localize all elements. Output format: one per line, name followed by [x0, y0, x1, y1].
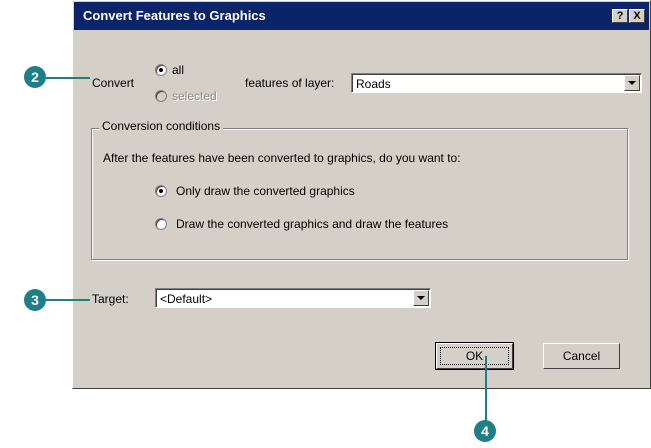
callout-step-2-leader — [46, 77, 90, 79]
conditions-question: After the features have been converted t… — [103, 151, 461, 165]
callout-step-2: 2 — [24, 66, 46, 88]
cancel-button[interactable]: Cancel — [543, 343, 620, 369]
dialog-title: Convert Features to Graphics — [83, 8, 266, 23]
layer-dropdown[interactable]: Roads — [351, 73, 642, 93]
chevron-down-icon[interactable] — [413, 290, 429, 306]
callout-step-3: 3 — [24, 289, 46, 311]
radio-graphics-and-features[interactable] — [155, 218, 167, 230]
layer-dropdown-value: Roads — [356, 77, 391, 91]
chevron-down-icon[interactable] — [624, 75, 640, 91]
focus-rectangle — [440, 347, 509, 365]
radio-only-graphics[interactable] — [155, 185, 167, 197]
callout-step-4: 4 — [474, 420, 496, 442]
target-label: Target: — [92, 292, 129, 306]
conversion-conditions-title: Conversion conditions — [99, 119, 224, 133]
conversion-conditions-group — [91, 128, 628, 260]
radio-convert-all[interactable] — [155, 64, 167, 76]
layer-label: features of layer: — [245, 76, 335, 90]
radio-graphics-and-features-label[interactable]: Draw the converted graphics and draw the… — [176, 217, 448, 231]
target-dropdown-value: <Default> — [160, 292, 213, 306]
title-bar[interactable]: Convert Features to Graphics ? X — [74, 2, 649, 30]
convert-features-dialog: Convert Features to Graphics ? X Convert… — [72, 0, 651, 389]
target-dropdown[interactable]: <Default> — [155, 288, 431, 308]
radio-only-graphics-label[interactable]: Only draw the converted graphics — [176, 184, 355, 198]
callout-step-4-leader — [485, 356, 487, 422]
cancel-button-label: Cancel — [562, 349, 601, 363]
radio-convert-selected[interactable] — [155, 90, 167, 102]
help-button[interactable]: ? — [612, 9, 628, 23]
close-button[interactable]: X — [629, 9, 645, 23]
callout-step-3-leader — [46, 299, 90, 301]
radio-convert-selected-label[interactable]: selected — [172, 89, 217, 103]
radio-convert-all-label[interactable]: all — [172, 63, 184, 77]
ok-button[interactable]: OK — [435, 342, 514, 370]
convert-label: Convert — [92, 76, 135, 90]
